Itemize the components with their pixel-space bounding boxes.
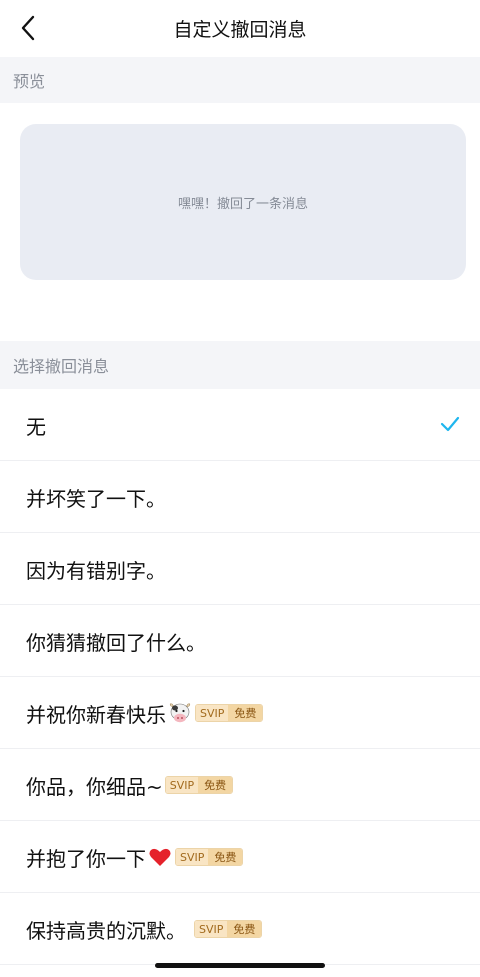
option-label: 并祝你新春快乐	[26, 702, 166, 727]
svip-free-badge: SVIP 免费	[164, 776, 234, 794]
nav-bar: 自定义撤回消息	[0, 0, 480, 57]
option-row[interactable]: 你猜猜撤回了什么。	[0, 605, 480, 677]
option-row[interactable]: 并坏笑了一下。	[0, 461, 480, 533]
option-label: 你猜猜撤回了什么。	[26, 630, 206, 655]
option-row[interactable]: 并抱了你一下 SVIP 免费	[0, 821, 480, 893]
checkmark-icon	[440, 416, 460, 432]
svip-free-badge: SVIP 免费	[194, 920, 263, 938]
preview-card: 嘿嘿！撤回了一条消息	[20, 124, 466, 280]
option-label: 因为有错别字。	[26, 558, 166, 583]
preview-section-header: 预览	[0, 57, 480, 103]
option-label: 并抱了你一下	[26, 846, 146, 871]
cow-face-icon	[168, 702, 192, 724]
option-label: 无	[26, 414, 46, 439]
option-row[interactable]: 并祝你新春快乐 SVIP 免费	[0, 677, 480, 749]
red-heart-icon	[148, 846, 172, 868]
preview-area: 嘿嘿！撤回了一条消息	[0, 103, 480, 341]
select-section-header: 选择撤回消息	[0, 341, 480, 389]
option-label: 并坏笑了一下。	[26, 486, 166, 511]
option-label: 保持高贵的沉默。	[26, 918, 186, 943]
option-row[interactable]: 保持高贵的沉默。 SVIP 免费	[0, 893, 480, 965]
recall-message-list: 无 并坏笑了一下。 因为有错别字。 你猜猜撤回了什么。 并祝你新春快乐 SVIP…	[0, 389, 480, 965]
svip-free-badge: SVIP 免费	[195, 704, 264, 722]
home-indicator	[155, 963, 325, 968]
chevron-left-icon	[21, 15, 35, 41]
page-title: 自定义撤回消息	[173, 19, 307, 41]
option-label: 你品，你细品~	[26, 774, 163, 799]
svip-free-badge: SVIP 免费	[175, 848, 244, 866]
option-row-none[interactable]: 无	[0, 389, 480, 461]
option-row[interactable]: 因为有错别字。	[0, 533, 480, 605]
option-row[interactable]: 你品，你细品~ SVIP 免费	[0, 749, 480, 821]
preview-message: 嘿嘿！撤回了一条消息	[177, 196, 308, 212]
back-button[interactable]	[14, 14, 42, 42]
